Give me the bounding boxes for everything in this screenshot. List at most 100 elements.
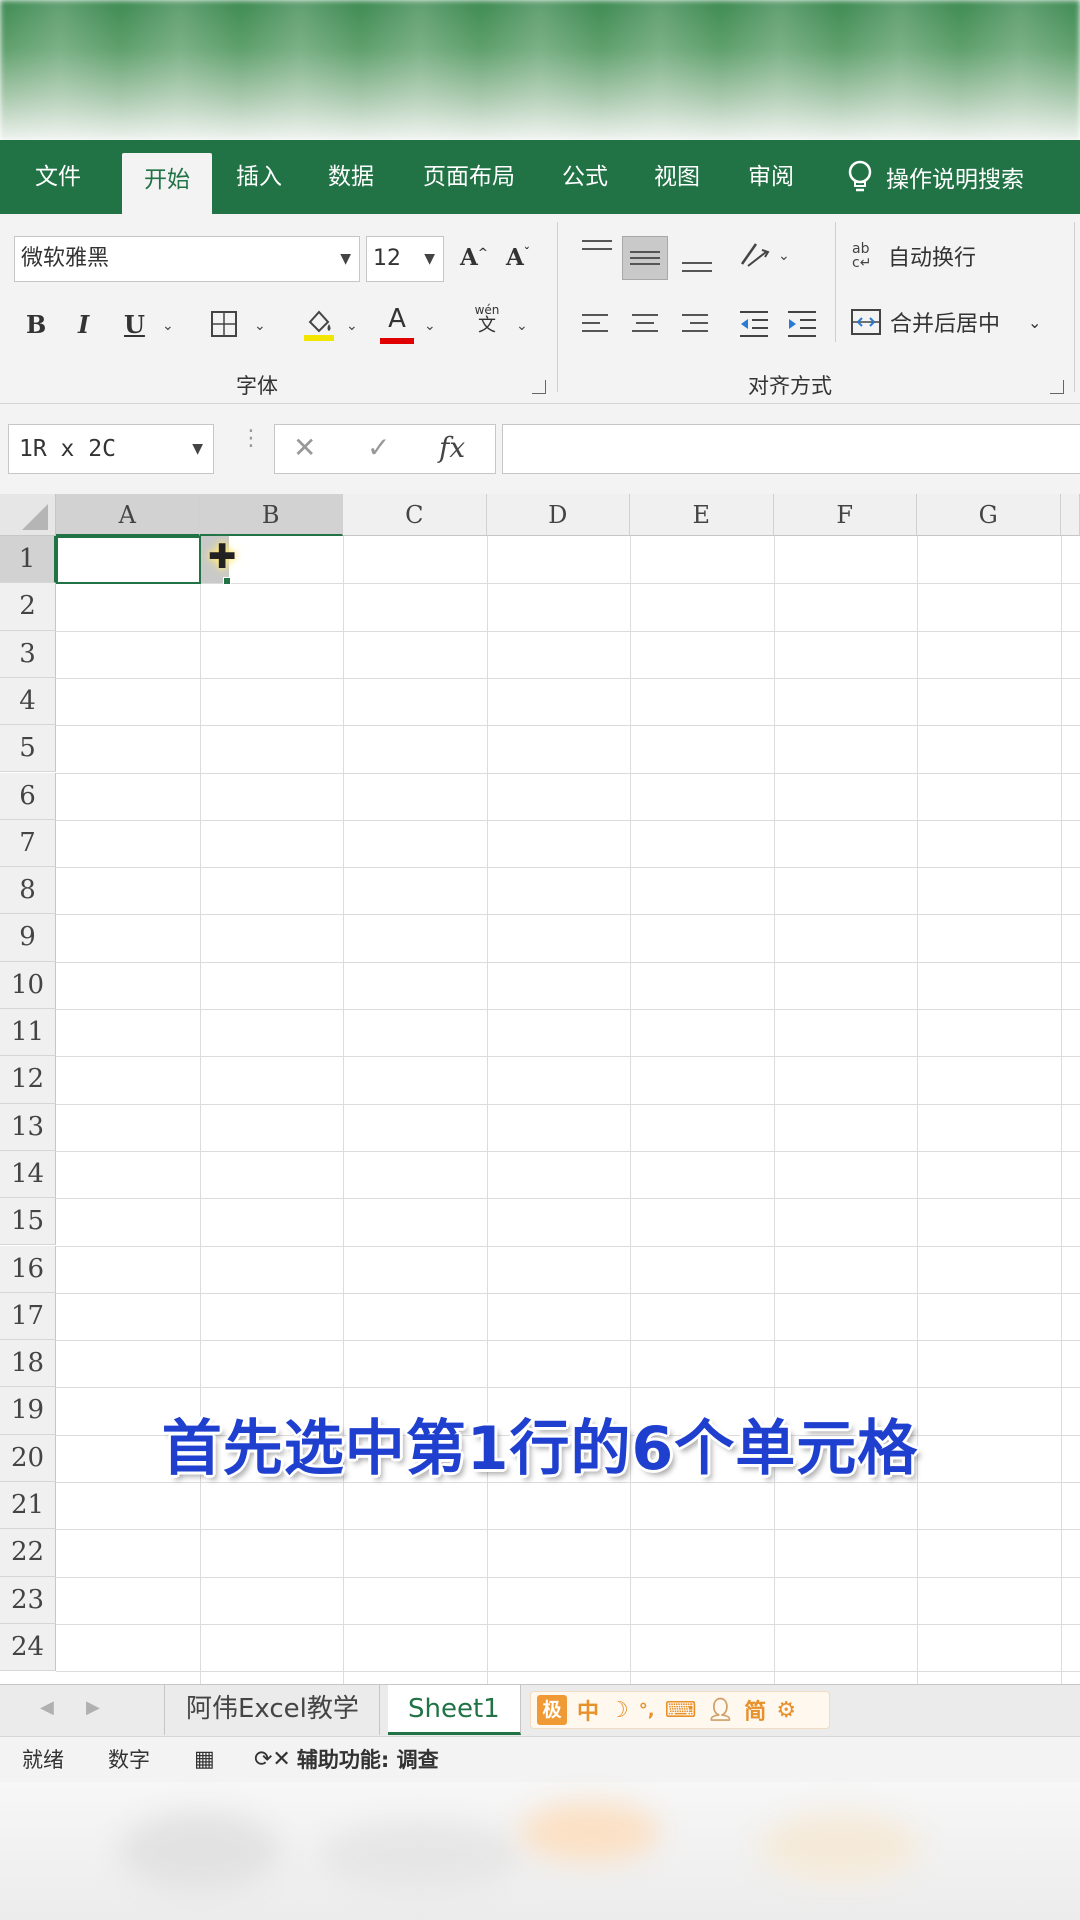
row-header-8[interactable]: 8 <box>0 867 56 915</box>
accessibility-status[interactable]: ⟳✕ 辅助功能: 调查 <box>254 1737 439 1783</box>
worksheet-grid[interactable]: ABCDEFG 1 2 3 4 5 6 7 8 9 10 11 12 13 14 15 16 17 18 19 20 2… <box>0 494 1080 1684</box>
row-header-18[interactable]: 18 <box>0 1340 56 1388</box>
row-header-6[interactable]: 6 <box>0 772 56 820</box>
scroll-left-icon[interactable]: ◀ <box>40 1697 54 1718</box>
row-header-7[interactable]: 7 <box>0 819 56 868</box>
grow-font-button[interactable]: A^ <box>460 244 488 271</box>
align-center-button[interactable] <box>632 310 662 340</box>
align-right-button[interactable] <box>682 310 712 340</box>
keyboard-icon[interactable]: ⌨ <box>665 1698 697 1723</box>
tab-view[interactable]: 视图 <box>632 140 722 214</box>
row-header-21[interactable]: 21 <box>0 1482 56 1530</box>
row-header-17[interactable]: 17 <box>0 1292 56 1341</box>
row-header-22[interactable]: 22 <box>0 1529 56 1577</box>
grid-hline <box>56 1009 1080 1010</box>
bold-button[interactable]: B <box>26 310 46 339</box>
drag-handle-icon[interactable]: ⋮ <box>240 428 262 450</box>
column-header-c[interactable]: C <box>343 494 487 536</box>
cell-a1-active[interactable] <box>56 536 201 584</box>
font-color-swatch <box>380 338 414 344</box>
ime-toolbar[interactable]: 极 中 ☽ °, ⌨ 👤︎ 简 ⚙ <box>530 1691 830 1729</box>
phonetic-button[interactable]: wén 文 <box>470 302 504 335</box>
chevron-down-icon[interactable]: ⌄ <box>516 318 528 334</box>
tab-insert[interactable]: 插入 <box>214 140 304 214</box>
blur-shape <box>120 1812 280 1892</box>
row-header-15[interactable]: 15 <box>0 1198 56 1246</box>
row-header-12[interactable]: 12 <box>0 1056 56 1104</box>
row-header-4[interactable]: 4 <box>0 677 56 726</box>
italic-button[interactable]: I <box>78 310 89 339</box>
row-header-10[interactable]: 10 <box>0 961 56 1009</box>
tell-me-search[interactable]: 操作说明搜索 <box>846 140 1024 214</box>
column-header-g[interactable]: G <box>917 494 1061 536</box>
group-separator <box>1074 222 1075 392</box>
row-header-5[interactable]: 5 <box>0 725 56 773</box>
font-size-combo[interactable]: 12 ▼ <box>366 236 444 282</box>
punctuation-icon[interactable]: °, <box>639 1700 655 1721</box>
shrink-font-button[interactable]: Aˇ <box>506 244 530 271</box>
alignment-dialog-launcher-icon[interactable] <box>1050 380 1064 394</box>
tab-data[interactable]: 数据 <box>306 140 396 214</box>
calculator-icon[interactable]: ▦ <box>194 1737 215 1783</box>
align-bottom-button[interactable] <box>680 248 714 278</box>
scroll-right-icon[interactable]: ▶ <box>86 1697 100 1718</box>
row-header-23[interactable]: 23 <box>0 1576 56 1624</box>
align-left-button[interactable] <box>582 310 612 340</box>
sheet-tab-sheet1[interactable]: Sheet1 <box>388 1685 521 1735</box>
column-header-a[interactable]: A <box>56 494 200 536</box>
ime-mode[interactable]: 中 <box>577 1694 599 1726</box>
row-header-16[interactable]: 16 <box>0 1245 56 1293</box>
enter-icon[interactable]: ✓ <box>367 431 390 464</box>
borders-icon[interactable] <box>210 310 238 338</box>
tab-page-layout[interactable]: 页面布局 <box>404 140 534 214</box>
column-header-f[interactable]: F <box>773 494 917 536</box>
row-header-11[interactable]: 11 <box>0 1009 56 1057</box>
tab-formulas[interactable]: 公式 <box>540 140 630 214</box>
chevron-down-icon[interactable]: ⌄ <box>254 318 266 334</box>
fill-color-icon[interactable] <box>302 306 336 342</box>
select-all-corner[interactable] <box>0 494 56 536</box>
fill-handle[interactable] <box>223 577 231 585</box>
tab-file[interactable]: 文件 <box>12 140 104 214</box>
orientation-icon[interactable] <box>738 240 772 270</box>
user-icon[interactable]: 👤︎ <box>706 1698 734 1723</box>
column-header-d[interactable]: D <box>486 494 630 536</box>
row-header-9[interactable]: 9 <box>0 914 56 962</box>
chevron-down-icon[interactable]: ▼ <box>192 425 203 473</box>
row-header-3[interactable]: 3 <box>0 630 56 678</box>
merge-center-button[interactable]: 合并后居中 ⌄ <box>850 306 1041 338</box>
font-name-combo[interactable]: 微软雅黑 ▼ <box>14 236 360 282</box>
column-header-e[interactable]: E <box>630 494 774 536</box>
row-header-2[interactable]: 2 <box>0 583 56 631</box>
column-header-b[interactable]: B <box>199 494 343 536</box>
row-header-13[interactable]: 13 <box>0 1103 56 1151</box>
tab-review[interactable]: 审阅 <box>726 140 816 214</box>
status-numlock: 数字 <box>108 1748 150 1772</box>
align-middle-button[interactable] <box>622 236 668 280</box>
tab-home[interactable]: 开始 <box>122 153 212 214</box>
insert-function-icon[interactable]: fx <box>439 431 465 464</box>
ime-simplified[interactable]: 简 <box>744 1694 766 1726</box>
column-header-overflow[interactable] <box>1060 494 1080 536</box>
underline-button[interactable]: U <box>124 310 145 339</box>
chevron-down-icon[interactable]: ⌄ <box>424 318 436 334</box>
font-dialog-launcher-icon[interactable] <box>532 380 546 394</box>
cancel-icon[interactable]: ✕ <box>293 431 316 464</box>
gear-icon[interactable]: ⚙ <box>776 1698 796 1723</box>
chevron-down-icon[interactable]: ⌄ <box>162 318 174 334</box>
chevron-down-icon[interactable]: ⌄ <box>1028 313 1041 332</box>
row-header-24[interactable]: 24 <box>0 1623 56 1672</box>
chevron-down-icon[interactable]: ⌄ <box>346 318 358 334</box>
row-header-1[interactable]: 1 <box>0 536 56 584</box>
row-header-14[interactable]: 14 <box>0 1150 56 1199</box>
wrap-text-button[interactable]: ab c↵ 自动换行 <box>852 240 976 272</box>
name-box[interactable]: 1R x 2C ▼ <box>8 424 214 474</box>
font-color-button[interactable]: A <box>380 304 414 344</box>
formula-input[interactable] <box>502 424 1080 474</box>
sheet-tab-awei[interactable]: 阿伟Excel教学 <box>166 1685 380 1735</box>
moon-icon[interactable]: ☽ <box>609 1698 629 1723</box>
chevron-down-icon[interactable]: ⌄ <box>778 248 790 264</box>
decrease-indent-icon[interactable] <box>738 308 770 342</box>
align-top-button[interactable] <box>580 238 614 268</box>
increase-indent-icon[interactable] <box>786 308 818 342</box>
